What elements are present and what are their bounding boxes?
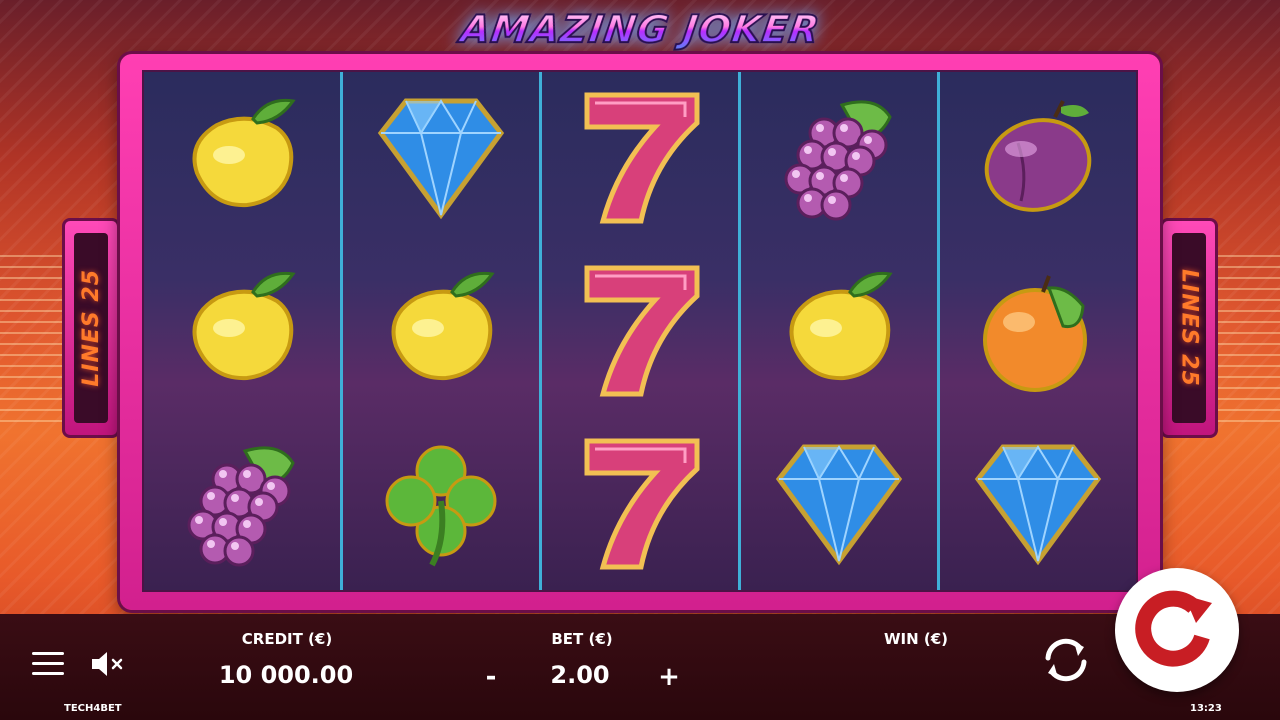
autoplay-button[interactable] [1036, 630, 1096, 690]
orange-symbol-icon [940, 245, 1136, 418]
clover-symbol-icon [343, 417, 539, 590]
game-title: AMAZING JOKER [457, 6, 824, 52]
grapes-symbol-icon [741, 72, 937, 245]
lemon-symbol-icon [144, 72, 340, 245]
lines-label-left: LINES 25 [78, 269, 104, 387]
clock: 13:23 [1190, 703, 1222, 714]
bet-decrease-button[interactable]: - [476, 662, 506, 692]
credit-value: 10 000.00 [218, 661, 354, 689]
grapes-symbol-icon [144, 417, 340, 590]
reel-frame [120, 54, 1160, 610]
win-label: WIN (€) [883, 630, 949, 648]
reel-5 [940, 72, 1136, 590]
lemon-symbol-icon [144, 245, 340, 418]
spin-button[interactable] [1115, 568, 1239, 692]
lines-panel-right: LINES 25 [1160, 218, 1218, 438]
lines-label-right: LINES 25 [1176, 269, 1202, 387]
reel-1 [144, 72, 343, 590]
seven-symbol-icon [542, 417, 738, 590]
lemon-symbol-icon [741, 245, 937, 418]
menu-icon [32, 652, 64, 655]
circular-arrow-icon [1135, 590, 1212, 667]
plum-symbol-icon [940, 72, 1136, 245]
bet-label: BET (€) [551, 630, 613, 648]
diamond-symbol-icon [940, 417, 1136, 590]
sound-toggle-button[interactable] [90, 648, 126, 680]
diamond-symbol-icon [741, 417, 937, 590]
lines-panel-left: LINES 25 [62, 218, 120, 438]
speaker-muted-icon [92, 652, 123, 676]
bet-value: 2.00 [550, 661, 610, 689]
seven-symbol-icon [542, 245, 738, 418]
menu-button[interactable] [32, 650, 64, 678]
credit-label: CREDIT (€) [241, 630, 333, 648]
bet-increase-button[interactable]: + [654, 662, 684, 692]
reel-2 [343, 72, 542, 590]
reel-3 [542, 72, 741, 590]
diamond-symbol-icon [343, 72, 539, 245]
brand-label: TECH4BET [64, 703, 122, 714]
refresh-arrows-icon [1045, 638, 1087, 682]
lemon-symbol-icon [343, 245, 539, 418]
reel-grid [142, 70, 1138, 592]
game-logo: AMAZING JOKER [0, 0, 1280, 58]
reel-4 [741, 72, 940, 590]
seven-symbol-icon [542, 72, 738, 245]
